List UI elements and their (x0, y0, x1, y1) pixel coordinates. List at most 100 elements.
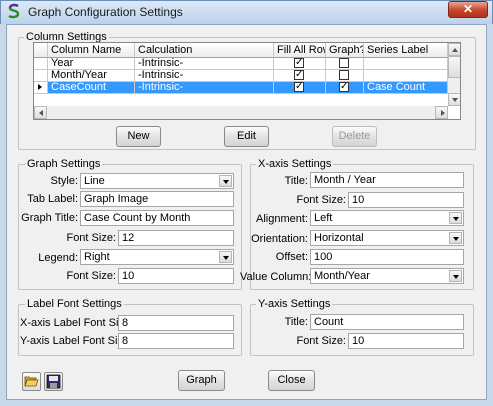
column-grid[interactable]: Column Name Calculation Fill All Rows Gr… (33, 42, 461, 120)
scroll-right-button[interactable] (435, 106, 448, 119)
close-button[interactable]: Close (268, 370, 315, 391)
scroll-left-button[interactable] (34, 106, 47, 119)
orientation-value: Horizontal (314, 232, 364, 244)
xaxis-label-font-size-field[interactable]: 8 (118, 315, 234, 331)
cell-fill-all-rows[interactable]: ✓ (274, 70, 326, 82)
cell-series-label[interactable] (364, 70, 448, 82)
header-column-name[interactable]: Column Name (48, 43, 135, 58)
style-select[interactable]: Line (80, 173, 234, 189)
tab-label-field[interactable]: Graph Image (80, 191, 234, 207)
xaxis-title-field[interactable]: Month / Year (310, 172, 464, 188)
row-selector[interactable] (34, 70, 48, 82)
cell-series-label[interactable] (364, 58, 448, 70)
fill-all-rows-checkbox[interactable]: ✓ (294, 70, 304, 80)
yaxis-font-size-field[interactable]: 10 (348, 333, 464, 349)
label-font-settings-label: Label Font Settings (25, 298, 124, 310)
xaxis-settings-label: X-axis Settings (256, 158, 334, 170)
chevron-down-icon (449, 270, 462, 282)
save-file-button[interactable] (44, 372, 63, 391)
fill-all-rows-checkbox[interactable]: ✓ (294, 82, 304, 92)
folder-open-icon (24, 376, 39, 387)
scroll-up-button[interactable] (448, 43, 460, 56)
scroll-left-icon (39, 110, 43, 116)
xaxis-font-size-field[interactable]: 10 (348, 192, 464, 208)
style-label: Style: (50, 175, 78, 187)
header-series-label[interactable]: Series Label (364, 43, 448, 58)
scroll-down-button[interactable] (448, 93, 460, 106)
cell-column-name[interactable]: Year (48, 58, 135, 70)
graph-button-label: Graph (186, 374, 217, 386)
alignment-label: Alignment: (256, 213, 308, 225)
offset-field[interactable]: 100 (310, 249, 464, 265)
offset-label: Offset: (275, 251, 308, 263)
legend-font-size-field[interactable]: 10 (118, 268, 234, 284)
graph-checkbox[interactable]: ✓ (339, 82, 349, 92)
new-button[interactable]: New (116, 126, 161, 147)
graph-button[interactable]: Graph (178, 370, 225, 391)
graph-settings-label: Graph Settings (25, 158, 103, 170)
graph-font-size-label: Font Size: (66, 232, 116, 244)
yaxis-label-font-size-label: Y-axis Label Font Size: (20, 335, 133, 347)
delete-button[interactable]: Delete (332, 126, 377, 147)
legend-select[interactable]: Right (80, 249, 234, 265)
xaxis-label-font-size-label: X-axis Label Font Size: (20, 317, 134, 329)
scroll-down-icon (452, 98, 458, 102)
chevron-down-icon (449, 232, 462, 244)
window-title: Graph Configuration Settings (28, 5, 183, 19)
row-selector[interactable] (34, 82, 48, 94)
cell-fill-all-rows[interactable]: ✓ (274, 82, 326, 94)
fill-all-rows-checkbox[interactable]: ✓ (294, 58, 304, 68)
legend-label: Legend: (38, 252, 78, 264)
scroll-up-icon (452, 48, 458, 52)
tab-label-label: Tab Label: (27, 193, 78, 205)
orientation-select[interactable]: Horizontal (310, 230, 464, 246)
graph-font-size-field[interactable]: 12 (118, 230, 234, 246)
yaxis-label-font-size-field[interactable]: 8 (118, 333, 234, 349)
new-button-label: New (127, 130, 150, 142)
yaxis-settings-label: Y-axis Settings (256, 298, 333, 310)
graph-title-field[interactable]: Case Count by Month (80, 210, 234, 226)
chevron-down-icon (219, 175, 232, 187)
window-close-button[interactable]: ✕ (448, 1, 488, 18)
legend-value: Right (84, 251, 110, 263)
open-file-button[interactable] (22, 372, 41, 391)
row-selector[interactable] (34, 58, 48, 70)
xaxis-title-label: Title: (284, 175, 308, 187)
s-logo-icon (8, 3, 20, 19)
graph-checkbox[interactable] (339, 58, 349, 68)
cell-graph[interactable] (326, 70, 364, 82)
value-column-select[interactable]: Month/Year (310, 268, 464, 284)
graph-title-label: Graph Title: (21, 212, 78, 224)
cell-series-label[interactable]: Case Count (364, 82, 448, 94)
cell-graph[interactable] (326, 58, 364, 70)
scroll-right-icon (441, 110, 445, 116)
yaxis-title-label: Title: (284, 316, 308, 328)
header-fill-all-rows[interactable]: Fill All Rows (274, 43, 326, 58)
close-icon: ✕ (462, 2, 474, 16)
graph-checkbox[interactable] (339, 70, 349, 80)
yaxis-title-field[interactable]: Count (310, 314, 464, 330)
edit-button-label: Edit (237, 130, 256, 142)
grid-corner (34, 43, 48, 58)
cell-calculation[interactable]: -Intrinsic- (135, 82, 274, 94)
cell-calculation[interactable]: -Intrinsic- (135, 70, 274, 82)
cell-graph[interactable]: ✓ (326, 82, 364, 94)
horizontal-scrollbar[interactable] (34, 106, 448, 119)
scroll-thumb[interactable] (448, 56, 460, 78)
alignment-select[interactable]: Left (310, 210, 464, 226)
yaxis-font-size-label: Font Size: (296, 335, 346, 347)
xaxis-font-size-label: Font Size: (296, 194, 346, 206)
orientation-label: Orientation: (251, 233, 308, 245)
cell-calculation[interactable]: -Intrinsic- (135, 58, 274, 70)
legend-font-size-label: Font Size: (66, 270, 116, 282)
style-value: Line (84, 175, 105, 187)
cell-column-name[interactable]: Month/Year (48, 70, 135, 82)
header-calculation[interactable]: Calculation (135, 43, 274, 58)
edit-button[interactable]: Edit (224, 126, 269, 147)
header-graph[interactable]: Graph? (326, 43, 364, 58)
value-column-label: Value Column: (240, 271, 312, 283)
cell-fill-all-rows[interactable]: ✓ (274, 58, 326, 70)
current-row-icon (38, 84, 42, 90)
cell-column-name[interactable]: CaseCount (48, 82, 135, 94)
close-button-label: Close (277, 374, 306, 386)
